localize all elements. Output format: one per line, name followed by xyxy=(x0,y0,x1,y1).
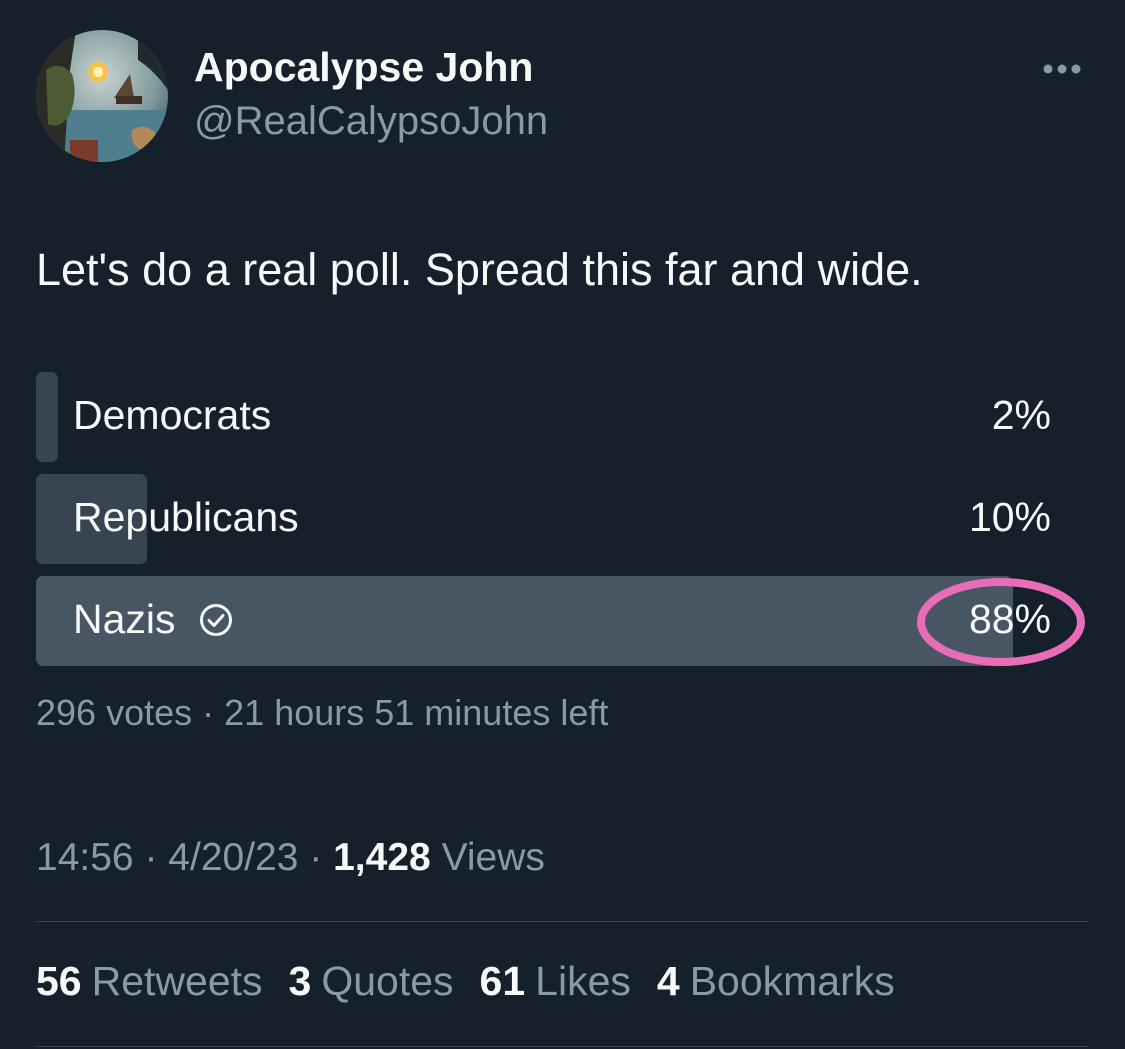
poll-votes: 296 votes xyxy=(36,692,193,733)
quotes-stat[interactable]: 3 Quotes xyxy=(289,958,454,1005)
retweets-label: Retweets xyxy=(91,958,263,1004)
more-horizontal-icon xyxy=(1043,64,1081,74)
more-options-button[interactable] xyxy=(1036,52,1088,86)
likes-label: Likes xyxy=(535,958,631,1004)
poll-option[interactable]: Nazis 88% xyxy=(36,576,1088,666)
views-label: Views xyxy=(441,836,545,879)
tweet-date[interactable]: 4/20/23 xyxy=(168,836,298,879)
bookmarks-label: Bookmarks xyxy=(689,958,895,1004)
poll-option-text: Republicans xyxy=(73,494,299,540)
poll-option[interactable]: Republicans 10% xyxy=(36,474,1088,564)
likes-count: 61 xyxy=(479,958,526,1004)
previous-tweet-fragment xyxy=(400,0,600,4)
quotes-label: Quotes xyxy=(321,958,454,1004)
tweet-timestamp-row: 14:56 · 4/20/23 · 1,428 Views xyxy=(36,836,545,880)
retweets-stat[interactable]: 56 Retweets xyxy=(36,958,263,1005)
poll-option-label: Republicans xyxy=(73,494,299,541)
poll-option-label: Nazis xyxy=(73,596,234,643)
separator: · xyxy=(309,836,323,879)
poll-option-percent: 88% xyxy=(968,596,1051,642)
avatar[interactable] xyxy=(36,30,168,162)
tweet-time[interactable]: 14:56 xyxy=(36,836,134,879)
divider xyxy=(36,1046,1088,1047)
divider xyxy=(36,921,1088,922)
check-circle-icon xyxy=(199,603,232,636)
likes-stat[interactable]: 61 Likes xyxy=(480,958,631,1005)
separator: · xyxy=(144,836,158,879)
avatar-image xyxy=(36,30,168,162)
bookmarks-stat[interactable]: 4 Bookmarks xyxy=(657,958,895,1005)
retweets-count: 56 xyxy=(36,958,82,1004)
separator: · xyxy=(202,692,215,733)
views-count: 1,428 xyxy=(333,836,431,879)
quotes-count: 3 xyxy=(288,958,312,1004)
poll-option-text: Nazis xyxy=(73,596,176,642)
poll-option-percent: 2% xyxy=(991,392,1051,438)
poll-option-text: Democrats xyxy=(73,392,272,438)
poll-option-percent: 10% xyxy=(968,494,1051,540)
poll-option[interactable]: Democrats 2% xyxy=(36,372,1088,462)
author-handle[interactable]: @RealCalypsoJohn xyxy=(194,99,548,144)
engagement-stats: 56 Retweets 3 Quotes 61 Likes 4 Bookmarks xyxy=(36,958,921,1005)
poll-time-left: 21 hours 51 minutes left xyxy=(224,692,609,733)
author-display-name[interactable]: Apocalypse John xyxy=(194,44,533,91)
poll-meta: 296 votes · 21 hours 51 minutes left xyxy=(36,692,608,734)
bookmarks-count: 4 xyxy=(656,958,680,1004)
poll-option-label: Democrats xyxy=(73,392,271,439)
tweet-text: Let's do a real poll. Spread this far an… xyxy=(36,244,923,295)
poll-result-bar xyxy=(36,372,58,462)
